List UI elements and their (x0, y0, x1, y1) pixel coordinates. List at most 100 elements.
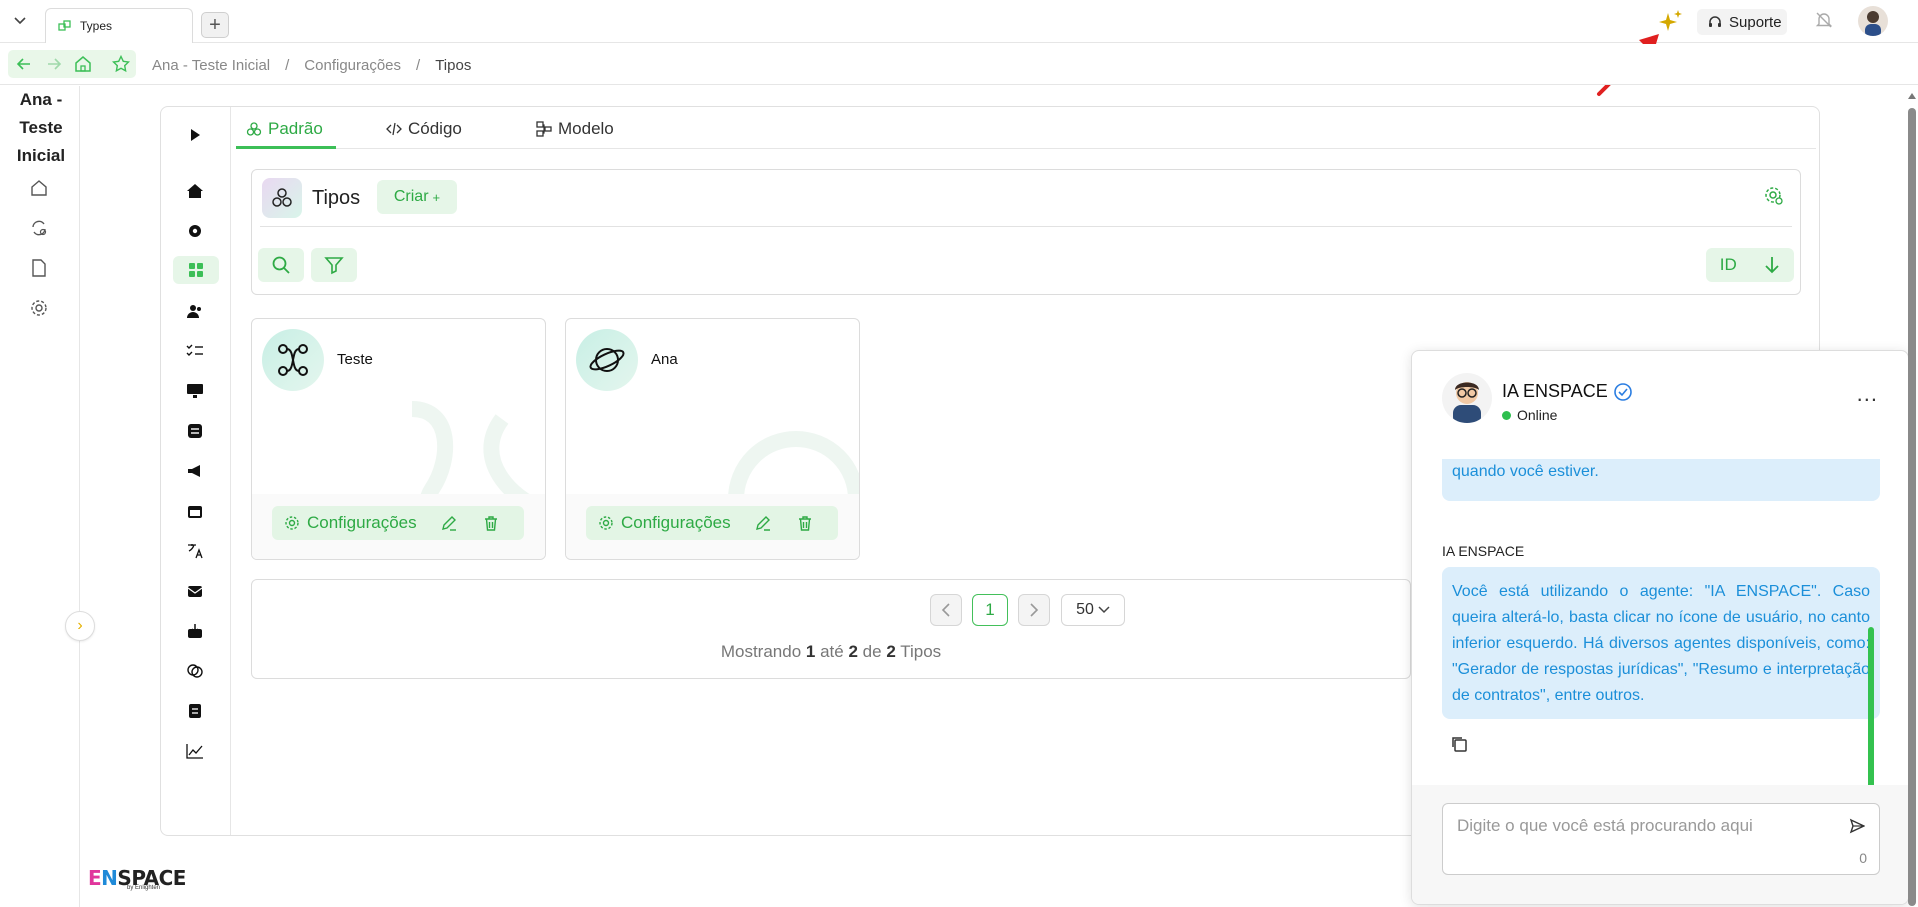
copy-icon[interactable] (1450, 735, 1468, 753)
info-of: de (862, 642, 882, 661)
browser-tab-title: Types (80, 19, 113, 33)
mail-icon[interactable] (185, 581, 205, 601)
pagination-panel: 1 50 Mostrando 1 até 2 de 2 Tipos (251, 579, 1411, 679)
tab-list-chevron-icon[interactable] (14, 17, 26, 25)
support-label: Suporte (1729, 13, 1782, 31)
list-box-icon[interactable] (185, 421, 205, 441)
house-icon[interactable] (185, 181, 205, 201)
info-to: 2 (848, 642, 858, 661)
home-icon[interactable] (29, 178, 49, 198)
browser-tab[interactable]: Types (45, 8, 193, 43)
gear-icon[interactable] (29, 298, 49, 318)
chevron-left-icon (941, 603, 950, 617)
star-icon[interactable] (112, 55, 130, 73)
breadcrumb: Ana - Teste Inicial / Configurações / Ti… (152, 57, 471, 74)
breadcrumb-separator: / (285, 57, 290, 74)
line-chart-icon[interactable] (185, 741, 205, 761)
megaphone-icon[interactable] (185, 461, 205, 481)
users-icon[interactable] (185, 301, 205, 321)
card-title: Teste (337, 351, 373, 368)
info-from: 1 (805, 642, 816, 661)
gear-settings-icon[interactable] (1764, 186, 1784, 206)
planet-icon (576, 329, 638, 391)
sidebar-collapse-button[interactable]: › (65, 611, 95, 641)
new-tab-button[interactable]: + (201, 12, 229, 38)
search-icon (271, 255, 291, 275)
trash-icon[interactable] (483, 515, 499, 531)
card-settings-button[interactable]: Configurações (284, 513, 417, 533)
info-until: até (820, 642, 844, 661)
breadcrumb-settings[interactable]: Configurações (304, 57, 401, 74)
tab-codigo[interactable]: Código (386, 119, 462, 139)
tab-label: Padrão (268, 119, 323, 138)
file-list-icon[interactable] (185, 701, 205, 721)
previous-message: quando você estiver. (1442, 459, 1880, 501)
type-card[interactable]: Ana Configurações (565, 318, 860, 560)
page-scrollbar[interactable] (1906, 88, 1918, 907)
prev-page-button[interactable] (930, 594, 962, 626)
project-name: Ana - Teste Inicial (16, 90, 66, 165)
back-arrow-icon[interactable] (16, 56, 32, 72)
diagram-icon (536, 121, 552, 137)
sync-icon[interactable] (29, 218, 49, 238)
more-options-icon[interactable]: ... (1857, 381, 1878, 407)
page-size-select[interactable]: 50 (1061, 594, 1125, 626)
trash-icon[interactable] (797, 515, 813, 531)
send-icon[interactable] (1849, 818, 1865, 834)
char-counter: 0 (1859, 850, 1867, 866)
translate-icon[interactable] (185, 541, 205, 561)
logo-subtitle: by Enlighten (127, 885, 161, 891)
bot-avatar (1442, 373, 1492, 423)
graph-nodes-icon (262, 329, 324, 391)
code-icon (386, 122, 402, 136)
search-button[interactable] (258, 248, 304, 282)
message-sender: IA ENSPACE (1442, 543, 1525, 559)
bot-status-text: Online (1517, 407, 1558, 423)
page-title: Tipos (312, 187, 361, 209)
scroll-up-icon[interactable] (1908, 92, 1916, 100)
bell-off-icon[interactable] (1814, 10, 1834, 30)
card-actions: Configurações (586, 506, 838, 540)
user-avatar[interactable] (1858, 6, 1888, 36)
scrollbar-thumb[interactable] (1908, 108, 1916, 906)
chat-scroll-indicator[interactable] (1868, 627, 1874, 785)
cubes-icon (246, 121, 262, 137)
cog-icon[interactable] (185, 221, 205, 241)
monitor-icon[interactable] (185, 381, 205, 401)
calendar-icon[interactable] (185, 501, 205, 521)
gear-icon (598, 515, 614, 531)
bot-message: Você está utilizando o agente: "IA ENSPA… (1442, 567, 1880, 719)
create-button[interactable]: Criar + (377, 180, 457, 214)
tab-padrao[interactable]: Padrão (246, 119, 323, 139)
chat-bubbles-icon[interactable] (185, 661, 205, 681)
grid-icon[interactable] (173, 256, 219, 284)
browser-top-bar: Types + Suporte (0, 0, 1918, 96)
chat-input-placeholder: Digite o que você está procurando aqui (1457, 816, 1753, 835)
next-page-button[interactable] (1018, 594, 1050, 626)
chat-messages[interactable]: quando você estiver. IA ENSPACE Você est… (1412, 459, 1908, 785)
edit-icon[interactable] (755, 515, 771, 531)
breadcrumb-project[interactable]: Ana - Teste Inicial (152, 57, 270, 74)
chevron-down-icon (1098, 606, 1110, 614)
support-button[interactable]: Suporte (1697, 9, 1787, 35)
chevron-right-icon (1030, 603, 1039, 617)
card-settings-button[interactable]: Configurações (598, 513, 731, 533)
home-icon[interactable] (74, 55, 92, 73)
chat-input[interactable]: Digite o que você está procurando aqui 0 (1442, 803, 1880, 875)
edit-icon[interactable] (441, 515, 457, 531)
checklist-icon[interactable] (185, 341, 205, 361)
forward-arrow-icon[interactable] (46, 56, 62, 72)
play-icon[interactable] (185, 125, 205, 145)
card-actions: Configurações (272, 506, 524, 540)
cubes-icon (58, 19, 72, 33)
page-button-current[interactable]: 1 (972, 594, 1008, 626)
sort-button[interactable]: ID (1706, 248, 1794, 282)
inbox-download-icon[interactable] (185, 621, 205, 641)
document-icon[interactable] (29, 258, 49, 278)
create-label: Criar (393, 188, 429, 205)
tab-modelo[interactable]: Modelo (536, 119, 614, 139)
page-size-value: 50 (1076, 601, 1094, 618)
type-card[interactable]: Teste Configurações (251, 318, 546, 560)
bot-status: Online (1502, 407, 1557, 423)
filter-button[interactable] (311, 248, 357, 282)
